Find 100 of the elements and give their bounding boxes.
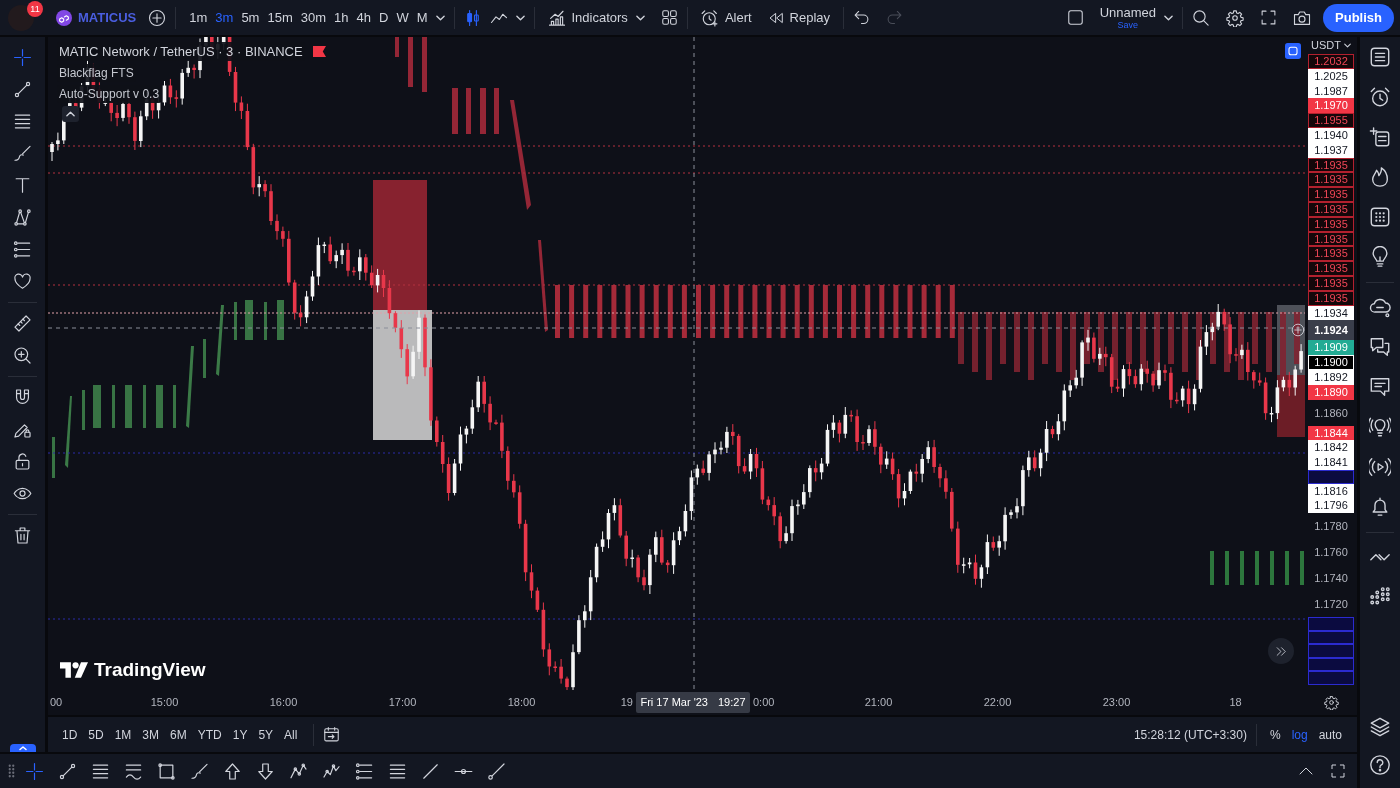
- scroll-button[interactable]: [1268, 638, 1294, 664]
- settings-icon[interactable]: [1323, 695, 1339, 710]
- range-button[interactable]: 3M: [138, 722, 164, 747]
- list-icon[interactable]: [1369, 46, 1391, 68]
- replay-button[interactable]: Replay: [763, 3, 835, 32]
- study-name[interactable]: Auto-Support v 0.3: [57, 84, 162, 103]
- arrow-up-icon[interactable]: [223, 761, 242, 781]
- price-label: 1.1844: [1308, 425, 1354, 441]
- currency-button[interactable]: USDT: [1305, 37, 1357, 54]
- range-button[interactable]: 5Y: [254, 722, 278, 747]
- chat-bubbles-icon[interactable]: [1369, 336, 1391, 358]
- trash-icon[interactable]: [13, 525, 32, 545]
- list-plus-icon[interactable]: [1369, 126, 1391, 148]
- interval-button[interactable]: M: [412, 3, 432, 32]
- unlock-icon[interactable]: [13, 451, 32, 471]
- settings-icon[interactable]: [1226, 8, 1245, 27]
- indicators-button[interactable]: Indicators: [543, 3, 632, 32]
- range-button[interactable]: 1Y: [228, 722, 252, 747]
- text-icon[interactable]: [13, 175, 32, 195]
- interval-button[interactable]: 1h: [330, 3, 353, 32]
- magnet-icon[interactable]: [13, 387, 32, 407]
- interval-button[interactable]: D: [375, 3, 393, 32]
- ruler-icon[interactable]: [13, 313, 32, 333]
- plus-circle-icon[interactable]: [148, 8, 167, 27]
- alert-button[interactable]: Alert: [696, 3, 756, 32]
- help-icon[interactable]: [1369, 754, 1391, 776]
- interval-button[interactable]: W: [392, 3, 413, 32]
- broadcast-play-icon[interactable]: [1369, 456, 1391, 478]
- price-label: 1.1796: [1308, 498, 1354, 514]
- calendar-icon[interactable]: [323, 726, 341, 743]
- lines-with-nodes-icon[interactable]: [13, 239, 32, 259]
- double-chevron-icon: [1274, 644, 1288, 658]
- crosshair-icon[interactable]: [25, 761, 44, 781]
- scale-toggle[interactable]: log: [1287, 722, 1312, 747]
- interval-button[interactable]: 3m: [211, 3, 238, 32]
- drag-handle-icon[interactable]: [7, 764, 15, 778]
- time-label: 21:00: [864, 696, 893, 709]
- range-button[interactable]: YTD: [193, 722, 226, 747]
- caret-icon[interactable]: [515, 14, 525, 21]
- lightbulb-icon[interactable]: [1369, 246, 1391, 268]
- time-text: 19:27: [718, 695, 746, 711]
- range-button[interactable]: All: [280, 722, 302, 747]
- time-label: 18: [1229, 696, 1242, 709]
- pattern-icon[interactable]: [13, 207, 32, 227]
- layers-icon[interactable]: [1369, 716, 1391, 738]
- range-button[interactable]: 5D: [84, 722, 108, 747]
- square-icon[interactable]: [1066, 9, 1084, 26]
- trend-line-icon[interactable]: [13, 79, 32, 99]
- interval-button[interactable]: 15m: [263, 3, 297, 32]
- range-button[interactable]: 1D: [58, 722, 82, 747]
- search-icon[interactable]: [1192, 8, 1211, 27]
- range-button[interactable]: 6M: [166, 722, 191, 747]
- price-label: 1.1841: [1308, 455, 1354, 470]
- study-name[interactable]: Blackflag FTS: [57, 63, 136, 82]
- price-label: 1.1935: [1308, 261, 1354, 276]
- price-label: 1.1860: [1313, 405, 1349, 421]
- zigzag-icon[interactable]: [289, 761, 308, 781]
- caret-icon[interactable]: [435, 14, 445, 21]
- caret-tab-icon[interactable]: [9, 744, 36, 752]
- alarm-clock-icon[interactable]: [1369, 86, 1391, 108]
- calendar-icon[interactable]: [1369, 206, 1391, 228]
- range-button[interactable]: 1M: [110, 722, 136, 747]
- frame-icon[interactable]: [1285, 43, 1301, 59]
- flame-icon[interactable]: [1369, 166, 1391, 188]
- camera-icon[interactable]: [1293, 8, 1312, 27]
- heart-icon[interactable]: [13, 271, 32, 291]
- line-icon[interactable]: [421, 761, 440, 781]
- save-link[interactable]: Save: [1117, 19, 1139, 30]
- scale-toggle[interactable]: %: [1265, 722, 1285, 747]
- arrow-down-icon[interactable]: [256, 761, 275, 781]
- zoom-in-icon[interactable]: [13, 345, 32, 365]
- trend-line-icon[interactable]: [58, 761, 77, 781]
- interval-button[interactable]: 1m: [185, 3, 212, 32]
- time-label: 16:00: [269, 696, 298, 709]
- price-label: 1.1935: [1308, 172, 1354, 188]
- chart-title[interactable]: MATIC Network / TetherUS · 3 · BINANCE: [57, 41, 305, 62]
- lines-with-nodes-icon[interactable]: [355, 761, 374, 781]
- layout-name[interactable]: Unnamed: [1099, 5, 1157, 20]
- chat-icon[interactable]: [1369, 376, 1391, 398]
- collapse-button[interactable]: [62, 106, 79, 122]
- interval-button[interactable]: 30m: [296, 3, 331, 32]
- timezone-clock[interactable]: 15:28:12 (UTC+3:30): [1133, 725, 1247, 744]
- chat-cloud-icon[interactable]: [1369, 296, 1391, 318]
- undo-icon[interactable]: [853, 9, 871, 26]
- interval-button[interactable]: 5m: [237, 3, 264, 32]
- brush-icon[interactable]: [190, 761, 209, 781]
- price-label: 1.1740: [1313, 571, 1349, 587]
- rectangle-icon[interactable]: [157, 761, 176, 781]
- fullscreen-icon[interactable]: [1330, 763, 1346, 779]
- ray-icon[interactable]: [487, 761, 506, 781]
- interval-button[interactable]: 4h: [352, 3, 375, 32]
- caret-icon[interactable]: [1164, 14, 1174, 21]
- brush-icon[interactable]: [13, 143, 32, 163]
- broadcast-bulb-icon[interactable]: [1369, 416, 1391, 438]
- caret-icon[interactable]: [635, 14, 645, 21]
- publish-button[interactable]: Publish: [1323, 3, 1394, 32]
- crosshair-icon[interactable]: [13, 47, 32, 67]
- grid-icon[interactable]: [660, 9, 678, 26]
- scale-toggle[interactable]: auto: [1314, 722, 1346, 747]
- fullscreen-icon[interactable]: [1260, 9, 1278, 26]
